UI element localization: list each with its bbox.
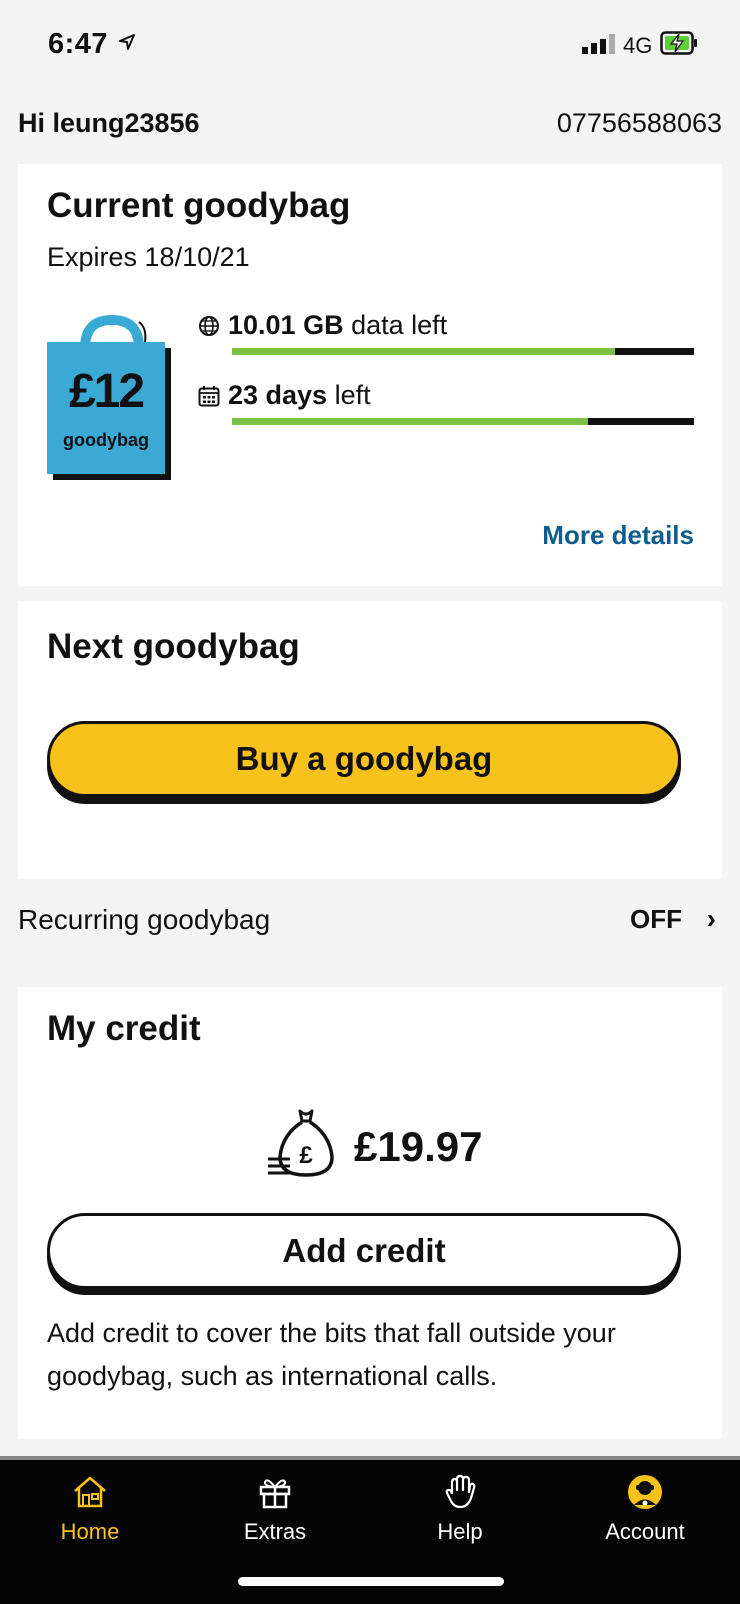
goodybag-bag: £12 goodybag xyxy=(47,312,177,487)
recurring-goodybag-row[interactable]: Recurring goodybag OFF › xyxy=(18,903,722,944)
tab-account[interactable]: Account xyxy=(570,1474,720,1545)
gift-icon xyxy=(259,1479,291,1509)
hand-icon xyxy=(445,1474,476,1509)
avatar-icon xyxy=(628,1475,662,1509)
data-progress-bar xyxy=(232,348,694,355)
home-icon xyxy=(74,1476,106,1508)
days-remaining-suffix: left xyxy=(334,380,371,410)
data-progress-fill xyxy=(232,348,616,355)
network-type: 4G xyxy=(623,33,653,58)
next-goodybag-title: Next goodybag xyxy=(47,627,300,666)
next-goodybag-card: Next goodybag Buy a goodybag xyxy=(18,601,722,879)
current-goodybag-title: Current goodybag xyxy=(47,186,351,225)
current-goodybag-card: Current goodybag Expires 18/10/21 £12 go… xyxy=(18,164,722,586)
recurring-status: OFF xyxy=(630,904,682,934)
globe-icon xyxy=(199,316,219,336)
buy-goodybag-button[interactable]: Buy a goodybag xyxy=(47,721,681,797)
tab-account-label: Account xyxy=(605,1519,685,1544)
status-bar: 6:47 4G xyxy=(0,0,740,90)
days-remaining-value: 23 days xyxy=(228,380,328,410)
credit-balance: £ £19.97 xyxy=(266,1105,526,1185)
tab-home-label: Home xyxy=(60,1519,120,1544)
add-credit-button[interactable]: Add credit xyxy=(47,1213,681,1289)
goodybag-price: £12 xyxy=(68,365,145,418)
days-progress-fill xyxy=(232,418,588,425)
status-time: 6:47 xyxy=(48,28,109,60)
days-remaining-row: 23 days left xyxy=(198,380,371,411)
data-remaining-value: 10.01 GB xyxy=(228,310,344,340)
credit-description: Add credit to cover the bits that fall o… xyxy=(47,1318,616,1391)
goodybag-label: goodybag xyxy=(63,430,149,450)
credit-amount: £19.97 xyxy=(354,1123,483,1170)
my-credit-title: My credit xyxy=(47,1009,201,1048)
greeting-text: Hi leung23856 xyxy=(18,108,200,138)
greeting-row: Hi leung23856 07756588063 xyxy=(18,108,722,148)
tab-home[interactable]: Home xyxy=(15,1474,165,1545)
my-credit-card: My credit £ £19.97 Add credit Add credit… xyxy=(18,987,722,1439)
tab-extras-label: Extras xyxy=(243,1519,307,1544)
recurring-goodybag-label: Recurring goodybag xyxy=(18,904,271,935)
calendar-icon xyxy=(198,386,220,407)
data-remaining-suffix: data left xyxy=(351,310,448,340)
expiry-date: Expires 18/10/21 xyxy=(47,242,250,272)
battery-charging-icon xyxy=(660,31,697,55)
tab-help[interactable]: Help xyxy=(385,1474,535,1545)
data-usage-row: 10.01 GB data left xyxy=(198,310,447,341)
money-bag-icon: £ xyxy=(268,1109,334,1177)
location-arrow-icon xyxy=(119,34,135,50)
svg-text:£: £ xyxy=(299,1142,313,1169)
days-progress-bar xyxy=(232,418,694,425)
tab-extras[interactable]: Extras xyxy=(200,1474,350,1545)
more-details-link[interactable]: More details xyxy=(542,520,694,551)
chevron-right-icon: › xyxy=(706,903,716,934)
home-indicator[interactable] xyxy=(238,1577,504,1586)
signal-icon xyxy=(582,34,615,54)
tab-help-label: Help xyxy=(437,1519,483,1544)
phone-number: 07756588063 xyxy=(556,108,722,138)
